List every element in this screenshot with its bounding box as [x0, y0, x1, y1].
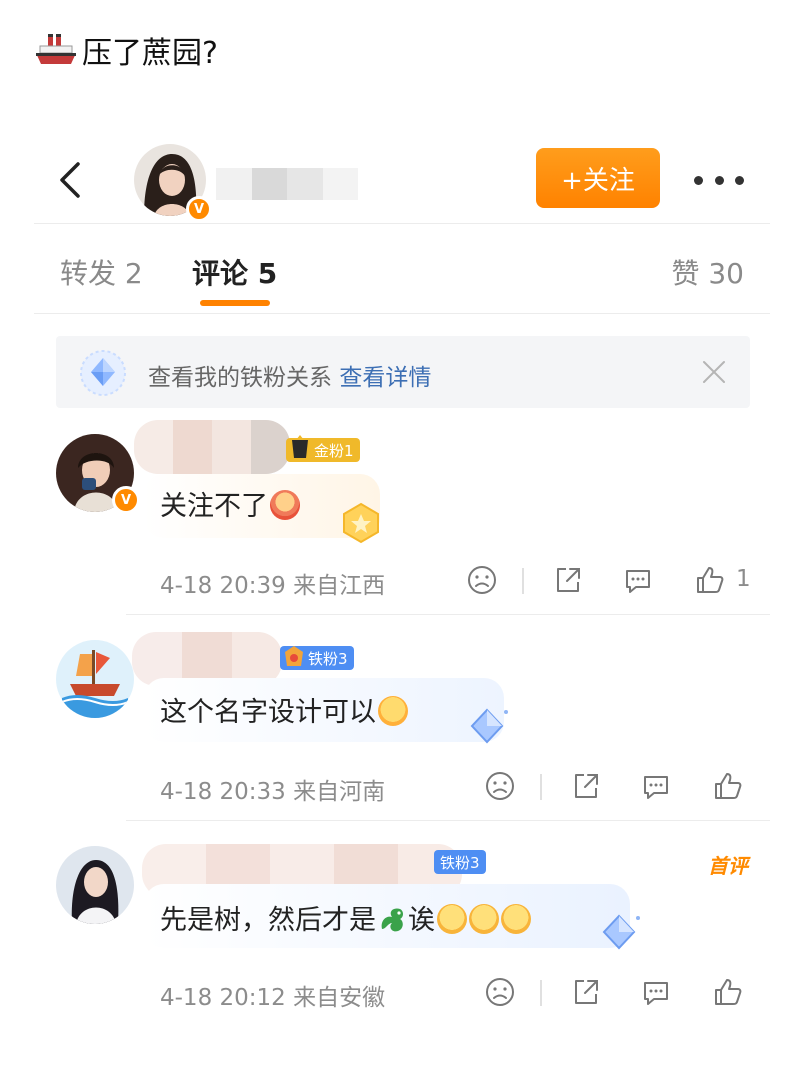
fan-level-label: 金粉1	[314, 441, 354, 460]
comment-item: 铁粉3 首评 先是树，然后才是 诶 4-18 20:12 来自安徽	[34, 844, 770, 1026]
comment-text: 这个名字设计可以	[160, 690, 408, 729]
first-comment-badge: 首评	[708, 854, 748, 878]
comment-meta: 4-18 20:33 来自河南	[160, 772, 385, 806]
fan-relationship-banner[interactable]: 查看我的铁粉关系 查看详情	[56, 336, 750, 408]
like-icon[interactable]	[712, 770, 744, 802]
fan-banner-text: 查看我的铁粉关系 查看详情	[148, 358, 431, 392]
comment-icon[interactable]	[640, 770, 672, 802]
post-caption: 压了蔗园?	[34, 28, 218, 72]
dislike-icon[interactable]	[466, 564, 498, 596]
comment-meta: 4-18 20:39 来自江西	[160, 566, 385, 600]
post-nav-bar: V +关注	[34, 140, 770, 224]
cute-emoji-icon	[378, 696, 408, 726]
comment-item: V 金粉1 关注不了 4-18 20:39 来自江西 1	[34, 420, 770, 614]
back-icon[interactable]	[56, 160, 86, 200]
comment-text-content: 关注不了	[160, 491, 268, 522]
action-divider	[540, 774, 542, 800]
fan-level-label: 铁粉3	[308, 649, 348, 668]
caption-text: 压了蔗园?	[82, 36, 218, 71]
tab-repost[interactable]: 转发 2	[60, 252, 143, 292]
blue-diamond-icon	[470, 708, 508, 744]
comment-text: 关注不了	[160, 484, 300, 523]
comment-time: 4-18 20:39	[160, 573, 286, 599]
follow-button[interactable]: +关注	[536, 148, 660, 208]
fan-banner-label: 查看我的铁粉关系	[148, 365, 332, 391]
tab-bar: 转发 2 评论 5 赞 30	[34, 240, 770, 314]
diamond-icon	[80, 350, 126, 396]
laugh-emoji-icon	[270, 490, 300, 520]
fan-level-badge: 金粉1	[286, 435, 360, 462]
comment-text-content: 这个名字设计可以	[160, 697, 376, 728]
verified-icon: V	[186, 196, 212, 222]
fan-level-badge: 铁粉3	[434, 850, 486, 874]
action-divider	[540, 980, 542, 1006]
close-icon[interactable]	[700, 358, 728, 386]
like-count: 1	[736, 566, 751, 592]
author-avatar[interactable]: V	[134, 144, 212, 222]
comment-text-before: 先是树，然后才是	[160, 905, 376, 936]
fan-level-label: 铁粉3	[440, 853, 480, 872]
like-icon[interactable]	[712, 976, 744, 1008]
author-name-redacted	[216, 168, 358, 200]
comment-meta: 4-18 20:12 来自安徽	[160, 978, 385, 1012]
gold-medal-icon	[343, 502, 379, 544]
dislike-icon[interactable]	[484, 976, 516, 1008]
commenter-name-redacted	[134, 420, 290, 474]
tab-likes[interactable]: 赞 30	[671, 252, 744, 292]
share-icon[interactable]	[552, 564, 584, 596]
share-icon[interactable]	[570, 770, 602, 802]
comment-divider	[126, 820, 770, 821]
cry-emoji-icon	[501, 904, 531, 934]
comment-icon[interactable]	[640, 976, 672, 1008]
view-details-link[interactable]: 查看详情	[339, 365, 431, 391]
cry-emoji-icon	[437, 904, 467, 934]
ship-icon	[36, 34, 76, 64]
comment-location: 来自安徽	[293, 985, 386, 1011]
dragon-icon	[381, 908, 403, 932]
comment-location: 来自河南	[293, 779, 386, 805]
active-tab-indicator	[200, 300, 270, 306]
comment-text-after: 诶	[408, 905, 435, 936]
share-icon[interactable]	[570, 976, 602, 1008]
more-icon[interactable]	[694, 170, 744, 190]
comment-icon[interactable]	[622, 564, 654, 596]
comment-location: 来自江西	[293, 573, 386, 599]
tab-comments[interactable]: 评论 5	[192, 252, 277, 292]
blue-diamond-icon	[602, 914, 640, 950]
like-icon[interactable]	[694, 564, 726, 596]
action-divider	[522, 568, 524, 594]
verified-icon: V	[112, 486, 140, 514]
comment-time: 4-18 20:12	[160, 985, 286, 1011]
fan-level-badge: 铁粉3	[280, 646, 354, 670]
comment-time: 4-18 20:33	[160, 779, 286, 805]
commenter-avatar[interactable]	[56, 846, 134, 924]
comment-divider	[126, 614, 770, 615]
comment-text: 先是树，然后才是 诶	[160, 898, 531, 937]
comment-item: 铁粉3 这个名字设计可以 4-18 20:33 来自河南	[34, 632, 770, 820]
commenter-avatar[interactable]	[56, 640, 134, 718]
cry-emoji-icon	[469, 904, 499, 934]
dislike-icon[interactable]	[484, 770, 516, 802]
